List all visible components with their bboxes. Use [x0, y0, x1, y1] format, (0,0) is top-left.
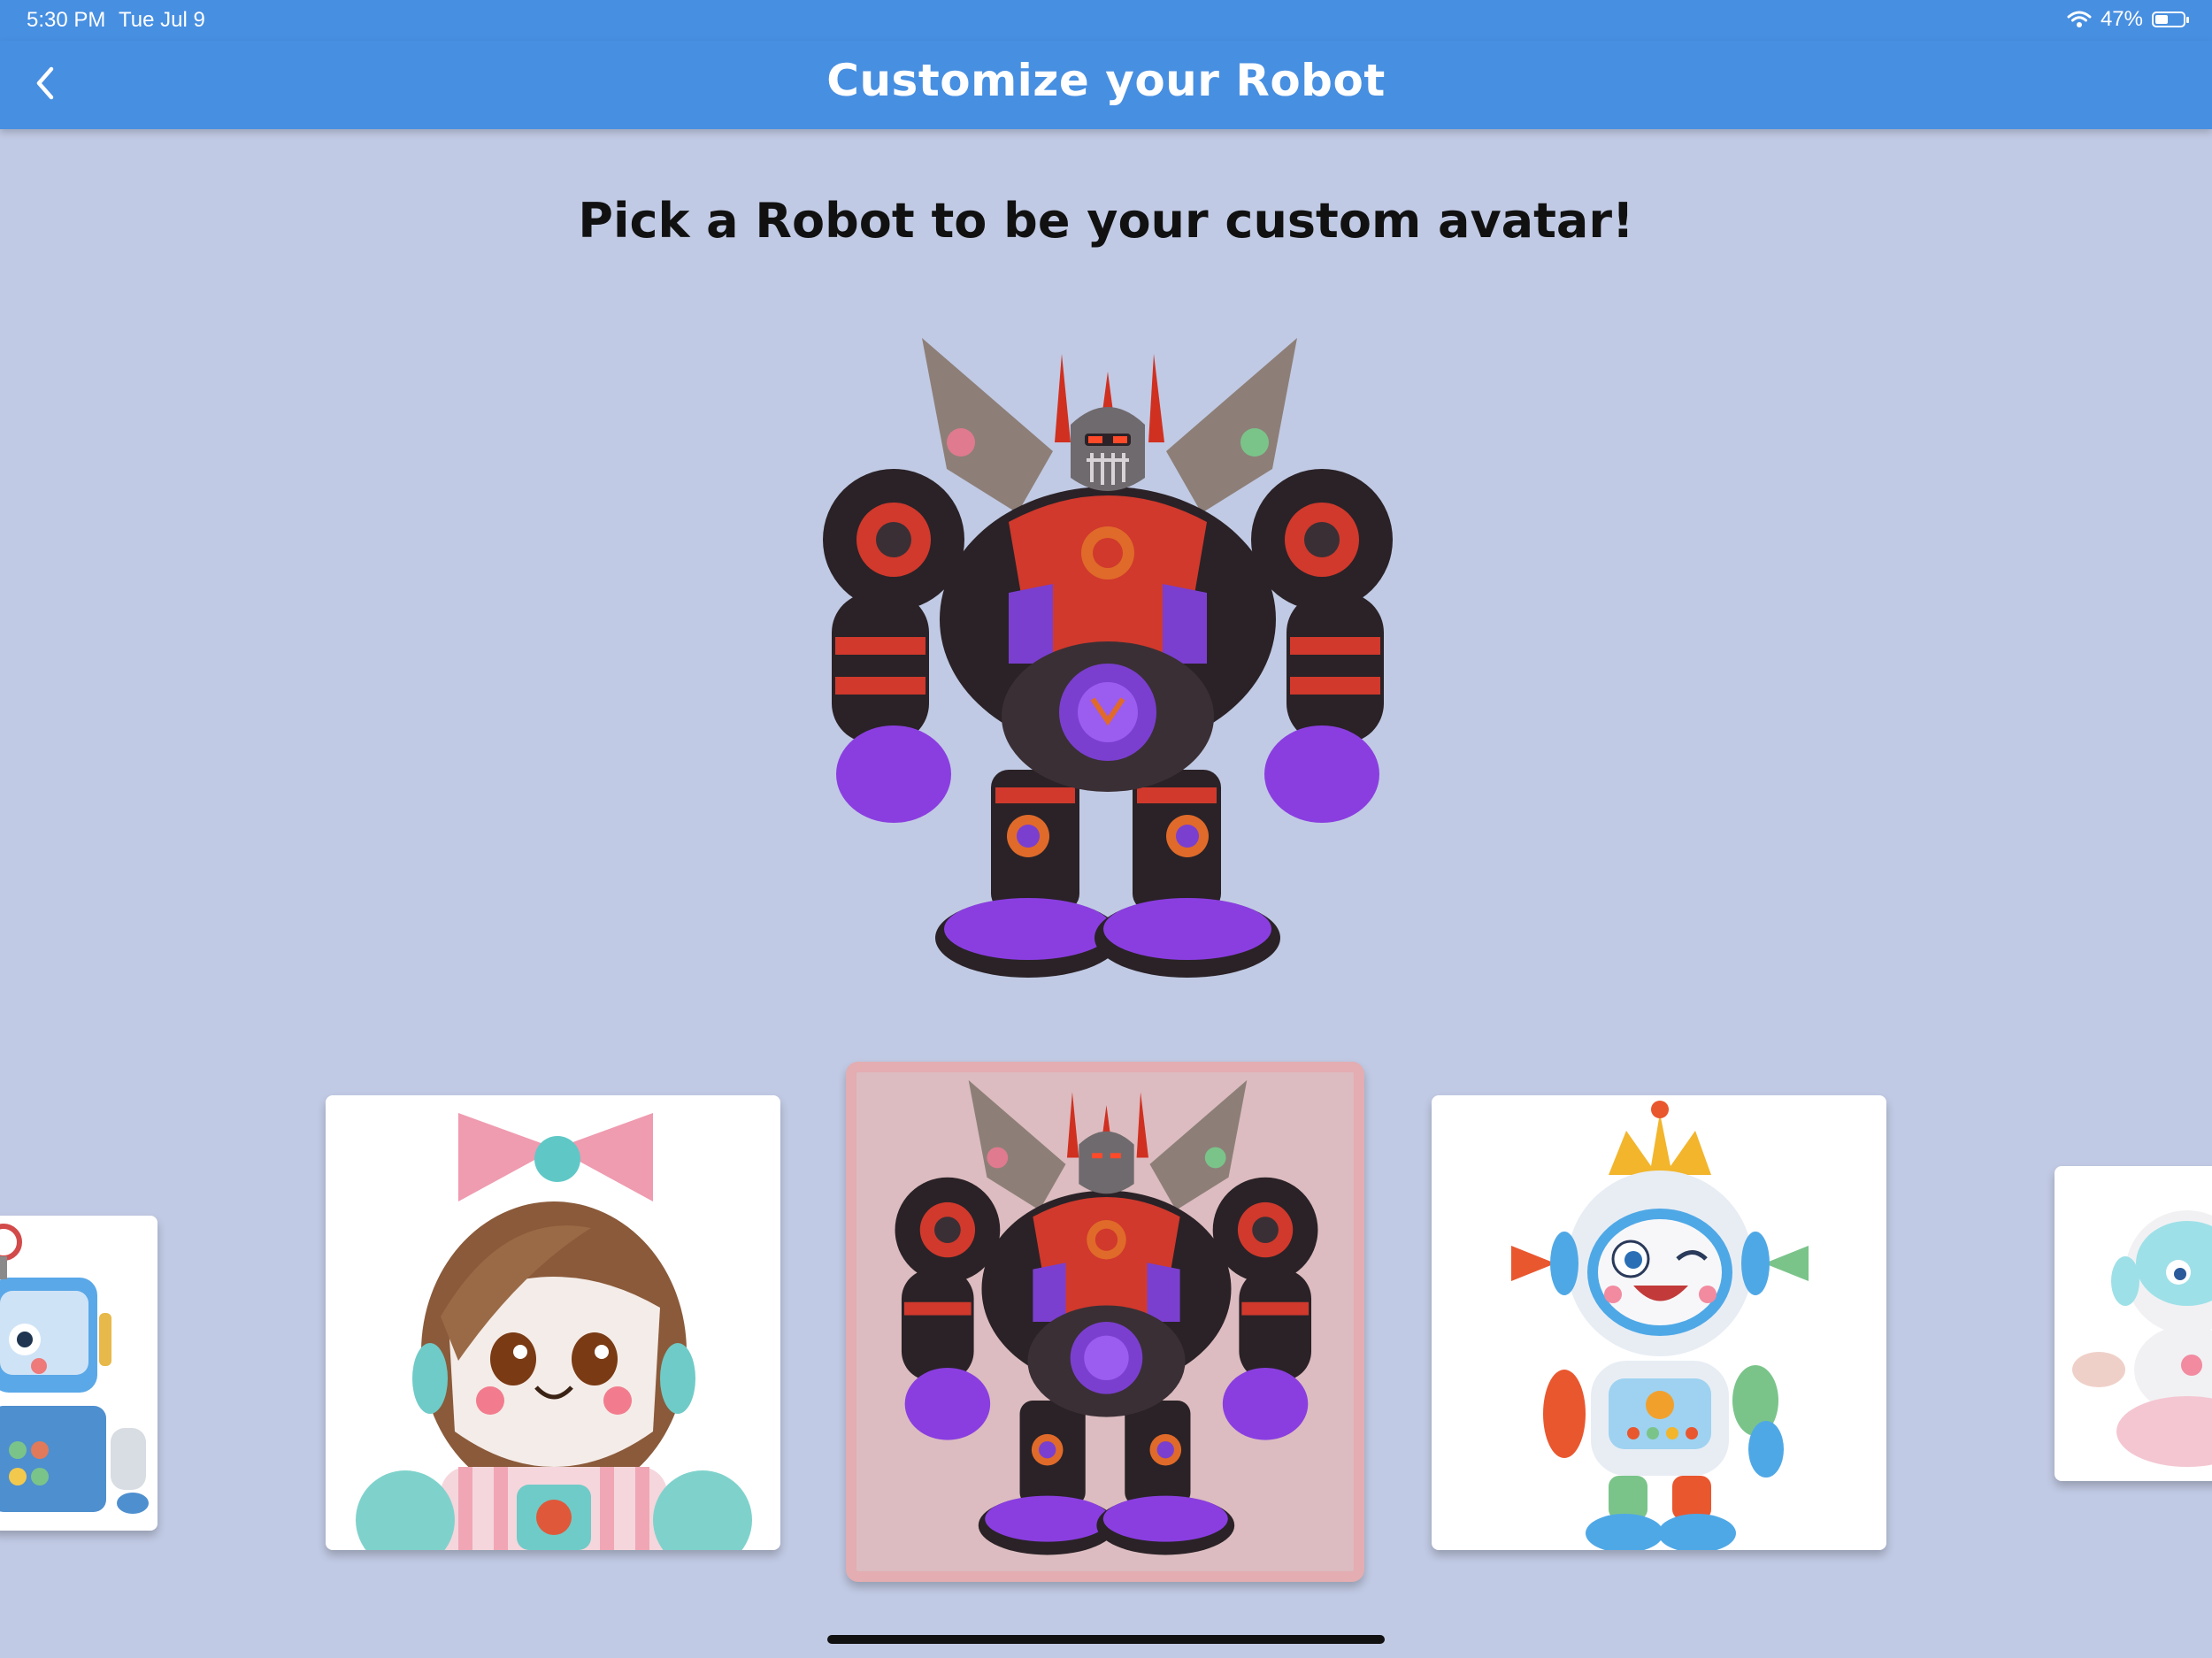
- robot-option-3[interactable]: [846, 1062, 1364, 1582]
- page-title: Customize your Robot: [826, 55, 1386, 106]
- crown-robot-image: [1511, 1101, 1809, 1550]
- status-date: Tue Jul 9: [119, 8, 205, 32]
- robot-option-4[interactable]: [1432, 1095, 1886, 1550]
- robot-option-5[interactable]: [2055, 1166, 2212, 1481]
- armored-robot-image: [823, 338, 1393, 978]
- pastel-robot-image: [2072, 1210, 2212, 1467]
- armored-robot-thumb: [895, 1079, 1318, 1555]
- nav-bar: Customize your Robot: [0, 41, 2212, 129]
- robot-option-2[interactable]: [326, 1095, 780, 1550]
- status-bar: 5:30 PM Tue Jul 9 47%: [0, 0, 2212, 41]
- robot-option-1[interactable]: [0, 1216, 157, 1531]
- home-indicator[interactable]: [827, 1635, 1385, 1644]
- selected-robot-preview: [796, 327, 1416, 1000]
- status-time: 5:30 PM: [27, 8, 106, 32]
- wifi-icon: [2067, 11, 2092, 27]
- battery-icon: [2152, 12, 2189, 27]
- battery-percent: 47%: [2100, 7, 2143, 31]
- status-right: 47%: [2067, 7, 2189, 32]
- battery-level: [2155, 15, 2169, 24]
- girl-robot-image: [356, 1113, 752, 1550]
- instruction-heading: Pick a Robot to be your custom avatar!: [578, 193, 1634, 249]
- retro-robot-image: [0, 1224, 149, 1514]
